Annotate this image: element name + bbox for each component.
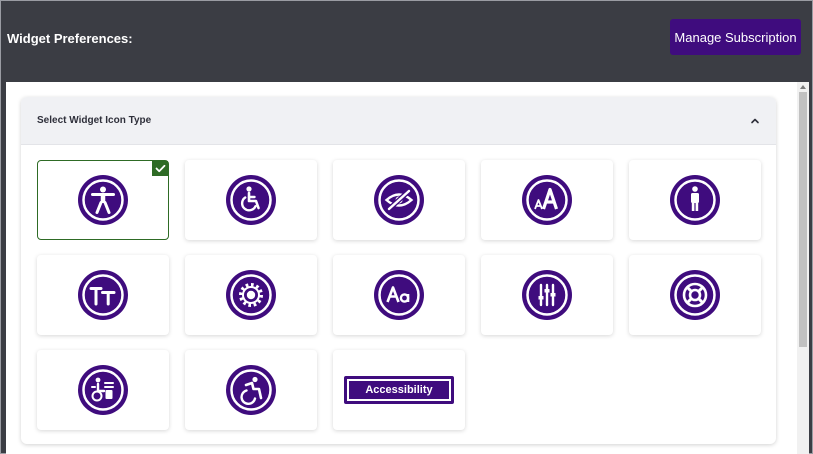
icon-option-accessibility-button[interactable]: Accessibility (333, 350, 465, 430)
chevron-up-icon[interactable] (748, 114, 762, 128)
universal-access-icon (78, 175, 128, 225)
icon-option-sign-language[interactable] (37, 350, 169, 430)
icon-type-panel: Select Widget Icon Type Accessibility (21, 97, 776, 444)
text-height-icon (78, 270, 128, 320)
accessible-wheelchair-icon (226, 365, 276, 415)
check-icon (155, 164, 165, 173)
content-area: Select Widget Icon Type Accessibility (6, 82, 809, 454)
panel-header[interactable]: Select Widget Icon Type (21, 97, 776, 145)
accessibility-button-label: Accessibility (349, 381, 449, 399)
eye-slash-icon (374, 175, 424, 225)
manage-subscription-button[interactable]: Manage Subscription (670, 19, 801, 55)
icon-option-font-size[interactable] (481, 160, 613, 240)
icon-option-gear[interactable] (185, 255, 317, 335)
life-ring-icon (670, 270, 720, 320)
icon-option-text-height[interactable] (37, 255, 169, 335)
scrollbar-thumb[interactable] (799, 92, 807, 347)
app-window: Widget Preferences: Manage Subscription … (0, 0, 813, 454)
icon-option-eye-slash[interactable] (333, 160, 465, 240)
vertical-scrollbar[interactable] (797, 82, 809, 454)
icon-option-universal-access[interactable] (37, 160, 169, 240)
sliders-icon (522, 270, 572, 320)
wheelchair-icon (226, 175, 276, 225)
scroll-up-icon[interactable] (800, 85, 806, 89)
icon-option-accessible-wheelchair[interactable] (185, 350, 317, 430)
person-icon (670, 175, 720, 225)
page-title: Widget Preferences: (7, 31, 133, 46)
selected-badge (152, 161, 168, 176)
text-aa-icon (374, 270, 424, 320)
sign-language-icon (78, 365, 128, 415)
icon-option-person[interactable] (629, 160, 761, 240)
panel-title: Select Widget Icon Type (37, 115, 152, 126)
icon-option-life-ring[interactable] (629, 255, 761, 335)
icon-option-sliders[interactable] (481, 255, 613, 335)
gear-icon (226, 270, 276, 320)
icon-option-text-aa[interactable] (333, 255, 465, 335)
font-size-icon (522, 175, 572, 225)
accessibility-button-icon: Accessibility (344, 376, 454, 404)
icon-option-wheelchair[interactable] (185, 160, 317, 240)
